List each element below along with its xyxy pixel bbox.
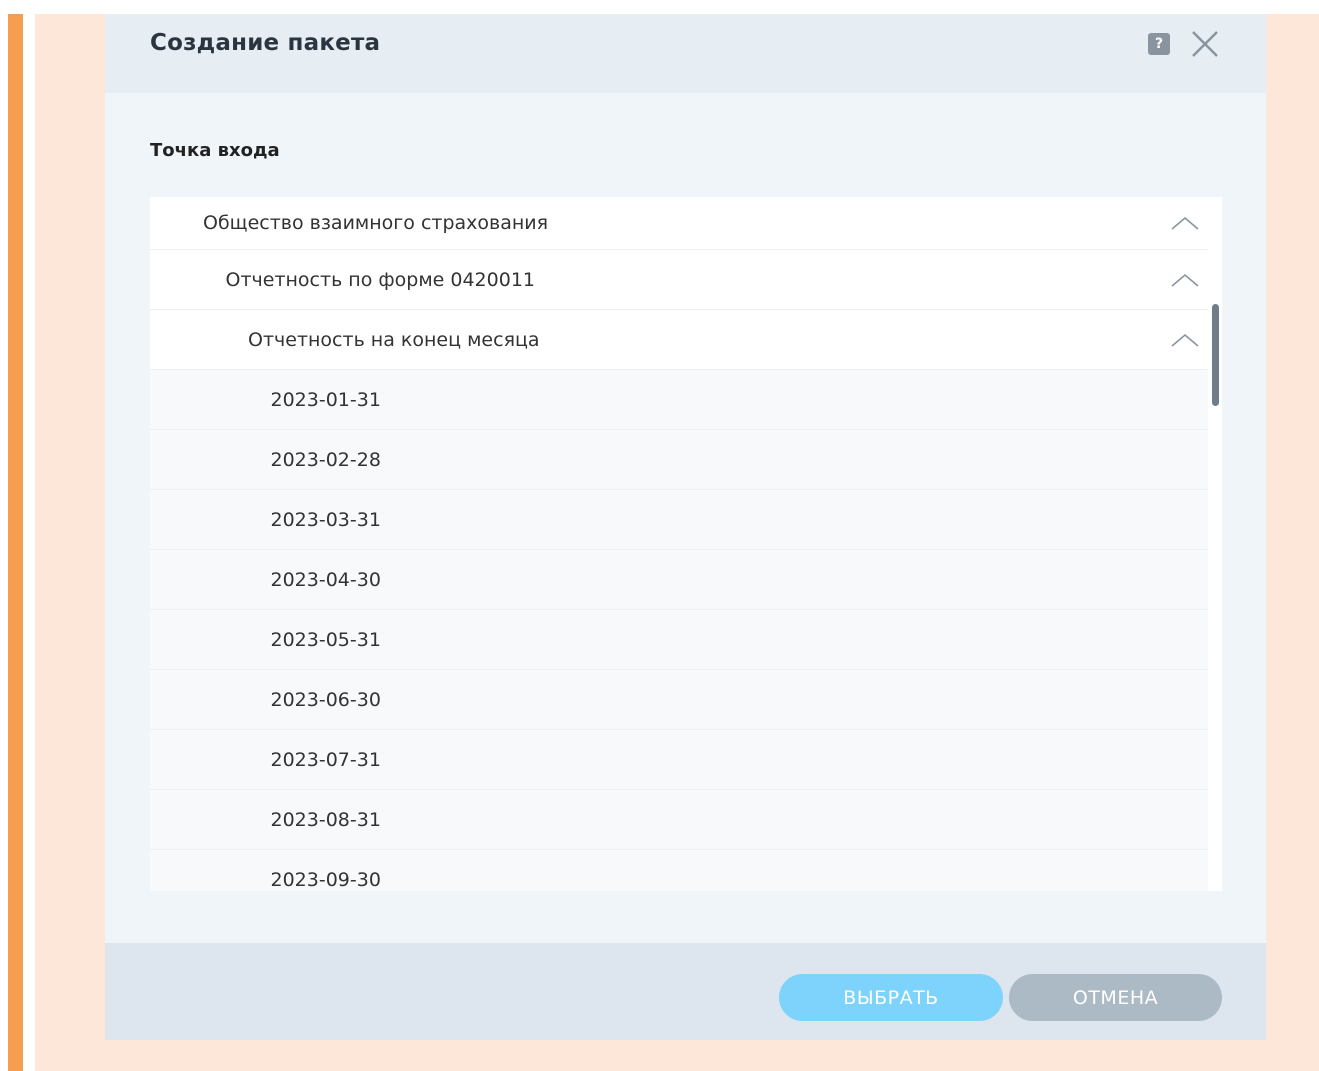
tree-item-label: Отчетность на конец месяца bbox=[248, 328, 540, 351]
tree-leaf-item[interactable]: 2023-07-31 bbox=[150, 730, 1208, 790]
tree-group-item[interactable]: Отчетность по форме 0420011 bbox=[150, 250, 1208, 310]
tree-item-label: Общество взаимного страхования bbox=[203, 212, 549, 234]
tree-item-label: 2023-09-30 bbox=[270, 868, 381, 891]
cancel-button[interactable]: ОТМЕНА bbox=[1009, 974, 1222, 1021]
scrollbar-thumb[interactable] bbox=[1212, 304, 1219, 406]
select-button[interactable]: ВЫБРАТЬ bbox=[779, 974, 1003, 1021]
close-icon[interactable] bbox=[1186, 27, 1224, 61]
tree-item-label: 2023-04-30 bbox=[270, 568, 381, 591]
dialog-footer: ВЫБРАТЬ ОТМЕНА bbox=[105, 943, 1266, 1040]
tree-item-label: Отчетность по форме 0420011 bbox=[225, 268, 536, 291]
create-package-dialog: Создание пакета ? Точка входа Общество в… bbox=[105, 14, 1266, 1040]
chevron-up-icon[interactable] bbox=[1170, 332, 1200, 348]
tree-item-label: 2023-03-31 bbox=[270, 508, 381, 531]
tree-item-label: 2023-08-31 bbox=[270, 808, 381, 831]
tree-scrollbar[interactable] bbox=[1208, 197, 1222, 891]
entry-point-tree[interactable]: Общество взаимного страхования Отчетность… bbox=[150, 197, 1222, 891]
tree-item-label: 2023-07-31 bbox=[270, 748, 381, 771]
tree-item-label: 2023-06-30 bbox=[270, 688, 381, 711]
tree-item-label: 2023-02-28 bbox=[270, 448, 381, 471]
tree-leaf-item[interactable]: 2023-06-30 bbox=[150, 670, 1208, 730]
left-accent-bar bbox=[8, 14, 23, 1071]
tree-group-item[interactable]: Отчетность на конец месяца bbox=[150, 310, 1208, 370]
chevron-up-icon[interactable] bbox=[1170, 272, 1200, 288]
tree-leaf-item[interactable]: 2023-09-30 bbox=[150, 850, 1208, 891]
tree-leaf-item[interactable]: 2023-04-30 bbox=[150, 550, 1208, 610]
tree-rows: Общество взаимного страхования Отчетность… bbox=[150, 197, 1208, 891]
tree-leaf-item[interactable]: 2023-05-31 bbox=[150, 610, 1208, 670]
dialog-title: Создание пакета bbox=[150, 30, 381, 56]
dialog-header: Создание пакета ? bbox=[105, 14, 1266, 93]
tree-leaf-item[interactable]: 2023-02-28 bbox=[150, 430, 1208, 490]
chevron-up-icon[interactable] bbox=[1170, 215, 1200, 231]
entry-point-label: Точка входа bbox=[150, 140, 280, 161]
tree-leaf-item[interactable]: 2023-01-31 bbox=[150, 370, 1208, 430]
tree-leaf-item[interactable]: 2023-03-31 bbox=[150, 490, 1208, 550]
tree-item-label: 2023-05-31 bbox=[270, 628, 381, 651]
tree-group-item[interactable]: Общество взаимного страхования bbox=[150, 197, 1208, 250]
tree-item-label: 2023-01-31 bbox=[270, 388, 381, 411]
help-icon[interactable]: ? bbox=[1148, 33, 1170, 55]
tree-leaf-item[interactable]: 2023-08-31 bbox=[150, 790, 1208, 850]
